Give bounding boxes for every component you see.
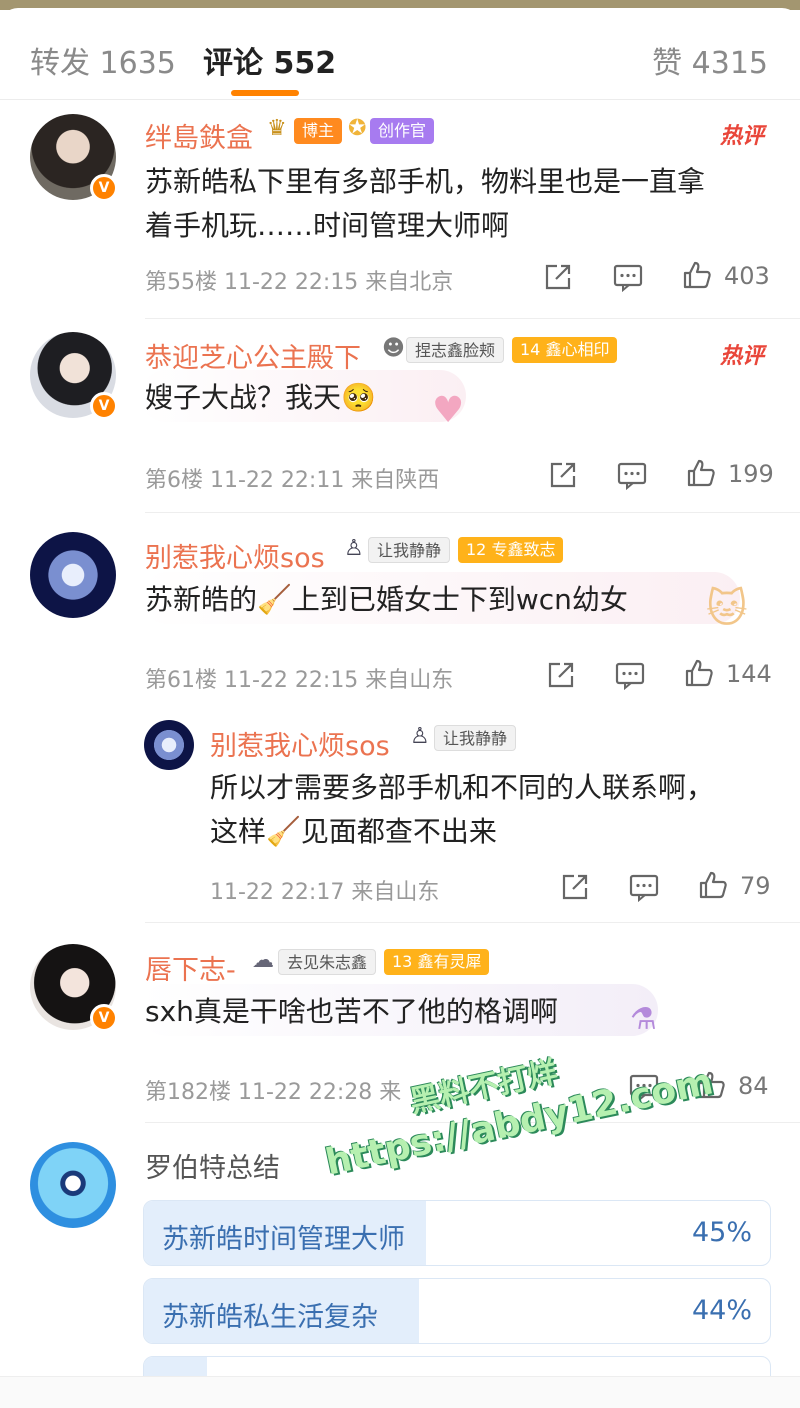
like-icon[interactable] (698, 870, 728, 900)
hot-comment-tag: 热评 (719, 344, 764, 369)
comment-text: 苏新皓的🧹上到已婚女士下到wcn幼女 (145, 583, 628, 616)
avatar[interactable]: V (30, 944, 118, 1032)
comment-meta: 第55楼 11-22 22:15 来自北京 (145, 270, 454, 295)
reply-avatar[interactable] (144, 720, 194, 770)
cat-sticker-icon: 🐱 (706, 586, 748, 632)
reply-username[interactable]: 别惹我心烦sos (210, 724, 390, 763)
like-count: 79 (740, 872, 771, 900)
heart-sticker-icon: ♥ (432, 390, 465, 431)
v-badge-icon: V (90, 392, 118, 420)
tab-comments[interactable]: 评论 552 (203, 38, 336, 82)
bottom-toolbar (0, 1376, 800, 1408)
like-icon[interactable] (684, 658, 714, 688)
like-icon[interactable] (686, 458, 716, 488)
divider (145, 318, 800, 319)
divider (145, 922, 800, 923)
badge[interactable]: 让我静静 (368, 537, 451, 563)
reply-icon[interactable] (615, 660, 645, 690)
meditate-icon: ♙ (410, 724, 430, 749)
face-icon: ☻ (382, 336, 405, 361)
fan-badge[interactable]: 12 专鑫致志 (458, 537, 564, 563)
badge[interactable]: 让我静静 (434, 725, 517, 751)
like-count: 199 (728, 460, 774, 488)
repost-icon[interactable] (548, 460, 578, 490)
comment-text: 苏新皓私下里有多部手机，物料里也是一直拿 着手机玩……时间管理大师啊 (145, 165, 706, 242)
poll-option[interactable]: 苏新皓时间管理大师 45% (143, 1200, 771, 1266)
tab-repost[interactable]: 转发 1635 (30, 38, 176, 82)
comment-meta: 第182楼 11-22 22:28 来 (145, 1080, 402, 1105)
divider (145, 512, 800, 513)
v-badge-icon: V (90, 1004, 118, 1032)
poll-option-label: 苏新皓私生活复杂 (162, 1302, 378, 1333)
username[interactable]: 绊島鉄盒 (145, 116, 253, 155)
avatar[interactable] (30, 532, 116, 618)
avatar[interactable]: V (30, 114, 118, 202)
repost-icon[interactable] (560, 872, 590, 902)
reply-icon[interactable] (617, 460, 647, 490)
username[interactable]: 别惹我心烦sos (145, 536, 325, 575)
meditate-icon: ♙ (344, 536, 364, 561)
tab-likes[interactable]: 赞 4315 (652, 38, 768, 82)
cloud-icon: ☁ (252, 948, 274, 973)
poll-option[interactable]: 苏新皓私生活复杂 44% (143, 1278, 771, 1344)
reply-icon[interactable] (613, 262, 643, 292)
potion-sticker-icon: ⚗ (630, 1002, 657, 1037)
badge[interactable]: 捏志鑫脸颊 (406, 337, 505, 363)
comment-text: sxh真是干啥也苦不了他的格调啊 (145, 995, 558, 1028)
comment-meta: 第61楼 11-22 22:15 来自山东 (145, 668, 454, 693)
hot-comment-tag: 热评 (719, 124, 764, 149)
like-count: 84 (738, 1072, 769, 1100)
like-count: 403 (724, 262, 770, 290)
username[interactable]: 唇下志- (145, 948, 236, 987)
fan-badge[interactable]: 13 鑫有灵犀 (384, 949, 490, 975)
reply-text: 所以才需要多部手机和不同的人联系啊， 这样🧹见面都查不出来 (210, 771, 715, 848)
repost-icon[interactable] (546, 660, 576, 690)
badge[interactable]: 创作官 (370, 118, 435, 144)
poll-option-label: 苏新皓时间管理大师 (162, 1224, 405, 1255)
avatar[interactable]: V (30, 332, 118, 420)
poll-option-percent: 45% (691, 1217, 752, 1248)
v-badge-icon: V (90, 174, 118, 202)
tab-bar: 转发 1635 评论 552 赞 4315 (0, 8, 800, 100)
badge[interactable]: 博主 (294, 118, 343, 144)
comment-meta: 第6楼 11-22 22:11 来自陕西 (145, 468, 440, 493)
poll-author[interactable]: 罗伯特总结 (145, 1146, 280, 1185)
fan-badge[interactable]: 14 鑫心相印 (512, 337, 618, 363)
crown-icon: ♛ (267, 116, 287, 141)
like-count: 144 (726, 660, 772, 688)
reply-meta: 11-22 22:17 来自山东 (210, 880, 440, 905)
repost-icon[interactable] (543, 262, 573, 292)
medal-icon: ✪ (348, 116, 367, 141)
poll-avatar[interactable] (30, 1142, 116, 1228)
like-icon[interactable] (682, 260, 712, 290)
poll-option-percent: 44% (691, 1295, 752, 1326)
active-tab-indicator (231, 90, 299, 96)
reply-icon[interactable] (629, 872, 659, 902)
badge[interactable]: 去见朱志鑫 (278, 949, 377, 975)
comment-text: 嫂子大战？我天🥺 (145, 381, 376, 414)
